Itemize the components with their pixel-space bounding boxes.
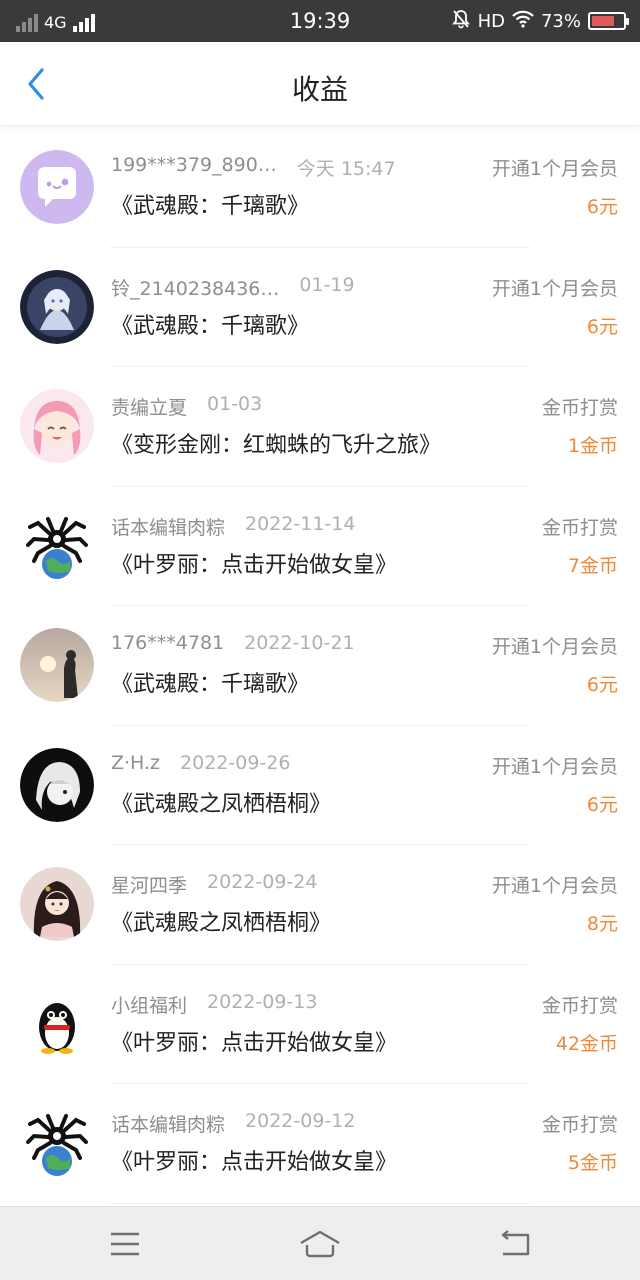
user-name: Z·H.z [111, 751, 161, 774]
record-meta: 小组福利 2022-09-13 [111, 991, 317, 1018]
earning-type: 开通1个月会员 [491, 875, 618, 897]
earning-type: 金币打赏 [541, 994, 618, 1017]
earning-record[interactable]: 199***379_890… 今天 15:47 《武魂殿：千璃歌》 开通1个月会员 6元 [0, 128, 640, 248]
book-title: 《武魂殿之凤栖梧桐》 [111, 791, 332, 817]
avatar[interactable] [20, 867, 94, 941]
record-meta: 话本编辑肉粽 2022-11-14 [111, 513, 355, 540]
record-date: 今天 15:47 [296, 158, 396, 180]
earning-type: 开通1个月会员 [491, 636, 618, 658]
nav-home-button[interactable] [298, 1225, 342, 1263]
book-title: 《武魂殿之凤栖梧桐》 [111, 911, 332, 936]
user-name: 责编立夏 [111, 397, 188, 419]
avatar[interactable] [20, 986, 94, 1061]
earning-amount: 7金币 [567, 554, 618, 577]
system-nav-bar [0, 1206, 640, 1280]
status-right: HD 73% [451, 9, 629, 34]
earning-record[interactable]: 话本编辑肉粽 2022-09-12 《叶罗丽：点击开始做女皇》 金币打赏 5金币 [0, 1084, 640, 1204]
nav-back-button[interactable] [493, 1225, 537, 1263]
hd-indicator: HD [477, 10, 505, 32]
earning-record[interactable]: 责编立夏 01-03 《变形金刚：红蜘蛛的飞升之旅》 金币打赏 1金币 [0, 367, 640, 487]
avatar[interactable] [20, 150, 94, 224]
app-header: 收益 [0, 42, 640, 126]
battery-fill [592, 16, 614, 26]
avatar[interactable] [20, 1106, 94, 1180]
earning-amount: 42金币 [555, 1032, 618, 1055]
earning-record[interactable]: Z·H.z 2022-09-26 《武魂殿之凤栖梧桐》 开通1个月会员 6元 [0, 726, 640, 845]
avatar[interactable] [20, 269, 94, 344]
earning-type: 开通1个月会员 [491, 158, 618, 180]
user-name: 铃_2140238436… [111, 277, 280, 300]
record-meta: 铃_2140238436… 01-19 [111, 274, 355, 301]
book-title: 《武魂殿：千璃歌》 [111, 194, 310, 219]
earning-record[interactable]: 小组福利 2022-09-13 《叶罗丽：点击开始做女皇》 金币打赏 42金币 [0, 965, 640, 1084]
earning-amount: 5金币 [567, 1152, 618, 1174]
book-title: 《叶罗丽：点击开始做女皇》 [111, 1030, 398, 1056]
mute-bell-icon [451, 9, 471, 34]
earning-type: 开通1个月会员 [491, 755, 618, 778]
user-name: 176***4781 [111, 632, 225, 654]
book-title: 《武魂殿：千璃歌》 [111, 672, 310, 697]
back-icon [501, 1230, 530, 1256]
earning-record[interactable]: 铃_2140238436… 01-19 《武魂殿：千璃歌》 开通1个月会员 6元 [0, 248, 640, 367]
record-meta: 星河四季 2022-09-24 [111, 871, 317, 898]
menu-icon [111, 1232, 139, 1256]
earning-type: 金币打赏 [541, 397, 618, 419]
row-divider [110, 1202, 530, 1204]
record-date: 2022-09-24 [207, 871, 318, 893]
earning-amount: 6元 [586, 315, 618, 338]
earning-record[interactable]: 176***4781 2022-10-21 《武魂殿：千璃歌》 开通1个月会员 6元 [0, 606, 640, 726]
earning-amount: 8元 [586, 913, 618, 935]
record-date: 2022-09-12 [245, 1110, 356, 1132]
status-bar: 4G 19:39 HD 73% [0, 0, 640, 42]
avatar[interactable] [20, 747, 94, 822]
home-icon [300, 1230, 340, 1258]
record-date: 2022-11-14 [245, 512, 356, 535]
user-name: 小组福利 [111, 994, 188, 1017]
earning-record[interactable]: 话本编辑肉粽 2022-11-14 《叶罗丽：点击开始做女皇》 金币打赏 7金币 [0, 487, 640, 606]
record-date: 01-03 [207, 393, 263, 415]
user-name: 星河四季 [111, 875, 188, 897]
record-meta: 话本编辑肉粽 2022-09-12 [111, 1110, 355, 1137]
battery-icon [588, 12, 629, 30]
avatar[interactable] [20, 628, 94, 702]
battery-percent: 73% [540, 10, 581, 32]
record-meta: Z·H.z 2022-09-26 [111, 752, 290, 774]
record-meta: 责编立夏 01-03 [111, 393, 262, 420]
record-meta: 176***4781 2022-10-21 [111, 632, 355, 654]
user-name: 199***379_890… [111, 154, 277, 176]
earning-record[interactable]: 星河四季 2022-09-24 《武魂殿之凤栖梧桐》 开通1个月会员 8元 [0, 845, 640, 965]
earning-amount: 6元 [586, 196, 618, 218]
book-title: 《叶罗丽：点击开始做女皇》 [111, 552, 398, 578]
avatar[interactable] [20, 508, 94, 583]
earning-type: 金币打赏 [541, 516, 618, 539]
page-title: 收益 [291, 73, 348, 106]
earning-type: 开通1个月会员 [491, 277, 618, 300]
record-date: 2022-09-13 [207, 990, 318, 1013]
nav-menu-button[interactable] [103, 1225, 147, 1263]
wifi-icon [512, 10, 534, 33]
earning-type: 金币打赏 [541, 1114, 618, 1136]
earning-amount: 6元 [586, 793, 618, 816]
user-name: 话本编辑肉粽 [111, 516, 226, 539]
book-title: 《叶罗丽：点击开始做女皇》 [111, 1150, 398, 1175]
user-name: 话本编辑肉粽 [111, 1114, 226, 1136]
earning-amount: 1金币 [567, 435, 618, 457]
record-date: 2022-09-26 [180, 751, 291, 774]
earning-amount: 6元 [586, 674, 618, 696]
book-title: 《变形金刚：红蜘蛛的飞升之旅》 [111, 433, 442, 458]
record-meta: 199***379_890… 今天 15:47 [111, 154, 396, 181]
earnings-list[interactable]: 199***379_890… 今天 15:47 《武魂殿：千璃歌》 开通1个月会员 6元… [0, 128, 640, 1204]
avatar[interactable] [20, 389, 94, 463]
record-date: 2022-10-21 [244, 632, 355, 654]
book-title: 《武魂殿：千璃歌》 [111, 313, 310, 339]
record-date: 01-19 [299, 273, 355, 296]
